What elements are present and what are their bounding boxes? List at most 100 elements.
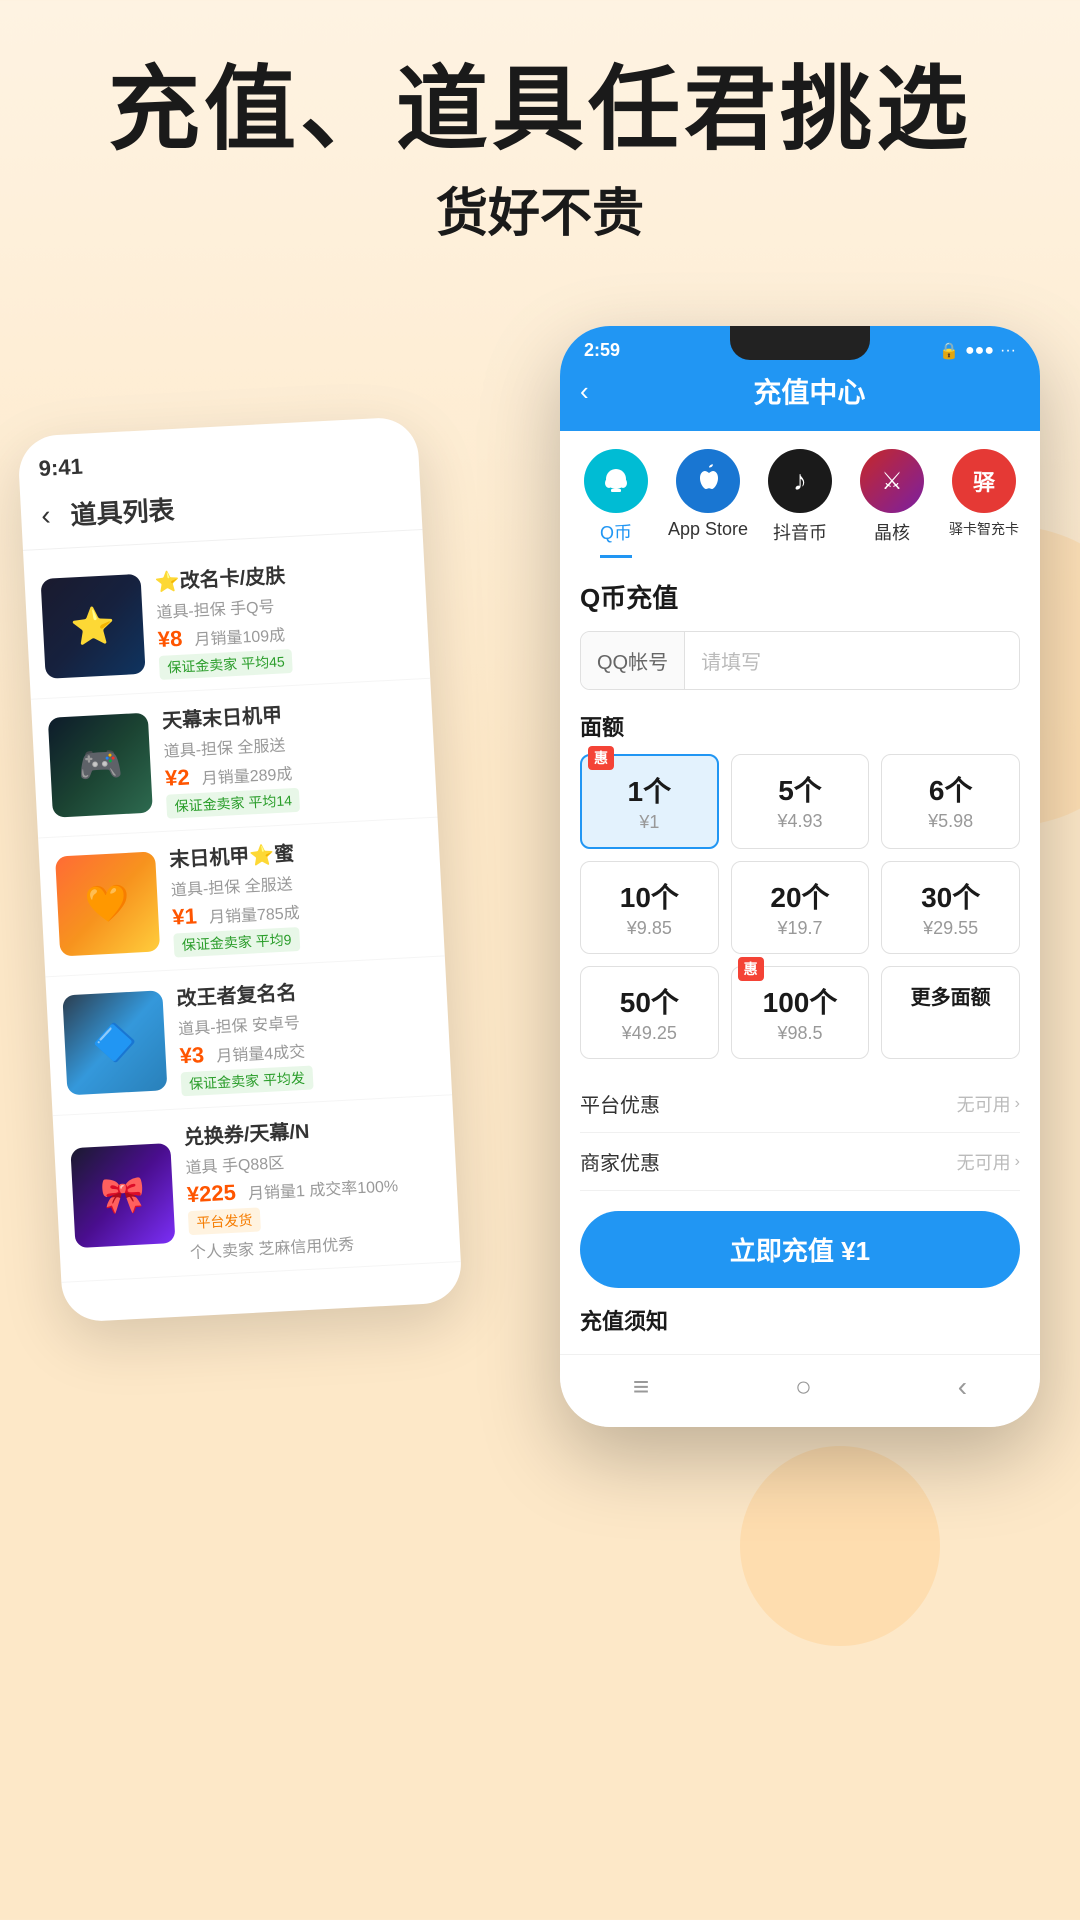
list-item[interactable]: 末日机甲⭐蜜 道具-担保 全服送 ¥1 月销量785成 保证金卖家 平均9 [38,818,445,978]
left-back-arrow[interactable]: ‹ [40,499,51,531]
item-list: ⭐改名卡/皮肤 道具-担保 手Q号 ¥8 月销量109成 保证金卖家 平均45 … [23,530,461,1293]
section-title: Q币充值 [580,578,1020,615]
denom-30[interactable]: 30个 ¥29.55 [881,861,1020,954]
tab-douyin[interactable]: ♪ 抖音币 [754,449,846,558]
hui-badge-100: 惠 [738,957,764,981]
denom-more[interactable]: 更多面额 [881,966,1020,1059]
tab-qb-label: Q币 [600,519,632,558]
platform-discount-label: 平台优惠 [580,1089,660,1118]
signal-icon: ●●● [965,342,994,360]
denom-num-10: 10个 [591,876,708,916]
item-info-5: 兑换券/天幕/N 道具 手Q88区 ¥225 月销量1 成交率100% 平台发货… [183,1108,444,1263]
item-tag-4: 保证金卖家 平均发 [181,1066,314,1097]
denom-grid: 惠 1个 ¥1 5个 ¥4.93 6个 ¥5.98 10个 ¥9.85 [580,754,1020,1059]
hero-subtitle: 货好不贵 [40,171,1040,246]
tab-bar: Q币 App Store ♪ 抖音币 [560,431,1040,558]
tab-junka-icon: 驿 [952,449,1016,513]
nav-back-icon[interactable]: ‹ [958,1371,967,1403]
blob-decoration-bottom [740,1446,940,1646]
jinghe-symbol: ⚔ [881,467,903,496]
merchant-discount-label: 商家优惠 [580,1147,660,1176]
item-info-3: 末日机甲⭐蜜 道具-担保 全服送 ¥1 月销量785成 保证金卖家 平均9 [169,831,429,958]
hui-badge-1: 惠 [588,746,614,770]
item-tag-2: 保证金卖家 平均14 [166,788,301,819]
nav-menu-icon[interactable]: ≡ [633,1371,649,1403]
input-label: QQ帐号 [581,632,685,689]
tab-appstore-icon [676,449,740,513]
fg-content: Q币充值 QQ帐号 请填写 面额 惠 1个 ¥1 5个 ¥ [560,558,1040,1354]
douyin-symbol: ♪ [793,465,807,497]
tab-junka-label: 驿卡智充卡 [949,519,1019,549]
list-item[interactable]: ⭐改名卡/皮肤 道具-担保 手Q号 ¥8 月销量109成 保证金卖家 平均45 [24,540,431,700]
denom-5[interactable]: 5个 ¥4.93 [731,754,870,849]
denom-label: 面额 [580,710,1020,742]
left-time: 9:41 [38,454,83,481]
tab-douyin-label: 抖音币 [773,519,827,555]
merchant-discount-val: 无可用 › [957,1149,1020,1175]
merchant-discount-row[interactable]: 商家优惠 无可用 › [580,1133,1020,1191]
phone-notch [730,326,870,360]
tab-junka[interactable]: 驿 驿卡智充卡 [938,449,1030,558]
item-thumb-1 [41,574,146,679]
platform-discount-row[interactable]: 平台优惠 无可用 › [580,1075,1020,1133]
tab-qb[interactable]: Q币 [570,449,662,558]
qq-input-row: QQ帐号 请填写 [580,631,1020,690]
tab-appstore[interactable]: App Store [662,449,754,558]
item-info-1: ⭐改名卡/皮肤 道具-担保 手Q号 ¥8 月销量109成 保证金卖家 平均45 [154,553,414,680]
fg-header-title: 充值中心 [599,371,1020,411]
denom-num-1: 1个 [592,770,707,810]
denom-price-30: ¥29.55 [892,918,1009,939]
denom-num-50: 50个 [591,981,708,1021]
hero-section: 充值、道具任君挑选 货好不贵 [0,0,1080,266]
list-item[interactable]: 天幕末日机甲 道具-担保 全服送 ¥2 月销量289成 保证金卖家 平均14 [31,679,438,839]
qq-icon [598,463,634,499]
left-phone: 9:41 ‹ 道具列表 ⭐改名卡/皮肤 道具-担保 手Q号 ¥8 月销量109成… [17,416,463,1323]
fg-time: 2:59 [584,340,620,361]
denom-more-label: 更多面额 [892,981,1009,1010]
tab-jinghe-label: 晶核 [874,519,910,555]
item-thumb-2 [48,713,153,818]
nav-home-icon[interactable]: ○ [795,1371,812,1403]
tab-jinghe[interactable]: ⚔ 晶核 [846,449,938,558]
denom-price-50: ¥49.25 [591,1023,708,1044]
denom-price-1: ¥1 [592,812,707,833]
denom-20[interactable]: 20个 ¥19.7 [731,861,870,954]
fg-status-icons: 🔒 ●●● ··· [939,341,1016,361]
denom-1[interactable]: 惠 1个 ¥1 [580,754,719,849]
denom-num-100: 100个 [742,981,859,1021]
input-field[interactable]: 请填写 [685,632,1019,689]
more-icon: ··· [1000,342,1016,360]
tab-qb-icon [584,449,648,513]
denom-6[interactable]: 6个 ¥5.98 [881,754,1020,849]
platform-discount-arrow: › [1015,1095,1020,1113]
denom-num-20: 20个 [742,876,859,916]
right-phone: 2:59 🔒 ●●● ··· ‹ 充值中心 [560,326,1040,1427]
denom-price-10: ¥9.85 [591,918,708,939]
list-item[interactable]: 兑换券/天幕/N 道具 手Q88区 ¥225 月销量1 成交率100% 平台发货… [53,1095,461,1283]
denom-price-20: ¥19.7 [742,918,859,939]
denom-price-6: ¥5.98 [892,811,1009,832]
junka-symbol: 驿 [973,465,995,497]
denom-10[interactable]: 10个 ¥9.85 [580,861,719,954]
tab-douyin-icon: ♪ [768,449,832,513]
denom-100[interactable]: 惠 100个 ¥98.5 [731,966,870,1059]
denom-price-100: ¥98.5 [742,1023,859,1044]
item-thumb-4 [62,990,167,1095]
tab-appstore-label: App Store [668,519,748,550]
list-item[interactable]: 改王者复名名 道具-担保 安卓号 ¥3 月销量4成交 保证金卖家 平均发 [45,957,452,1117]
denom-num-6: 6个 [892,769,1009,809]
left-toolbar-title: 道具列表 [70,490,176,532]
item-info-4: 改王者复名名 道具-担保 安卓号 ¥3 月销量4成交 保证金卖家 平均发 [176,969,436,1096]
item-thumb-5 [70,1143,175,1248]
discount-section: 平台优惠 无可用 › 商家优惠 无可用 › [580,1075,1020,1191]
denom-50[interactable]: 50个 ¥49.25 [580,966,719,1059]
fg-header: ‹ 充值中心 [560,361,1040,431]
fg-back-button[interactable]: ‹ [580,376,589,407]
item-tag-1: 保证金卖家 平均45 [159,649,294,680]
denom-num-5: 5个 [742,769,859,809]
charge-button[interactable]: 立即充值 ¥1 [580,1211,1020,1288]
tab-jinghe-icon: ⚔ [860,449,924,513]
item-tag-3: 保证金卖家 平均9 [173,927,300,958]
apple-icon [690,463,726,499]
denom-num-30: 30个 [892,876,1009,916]
